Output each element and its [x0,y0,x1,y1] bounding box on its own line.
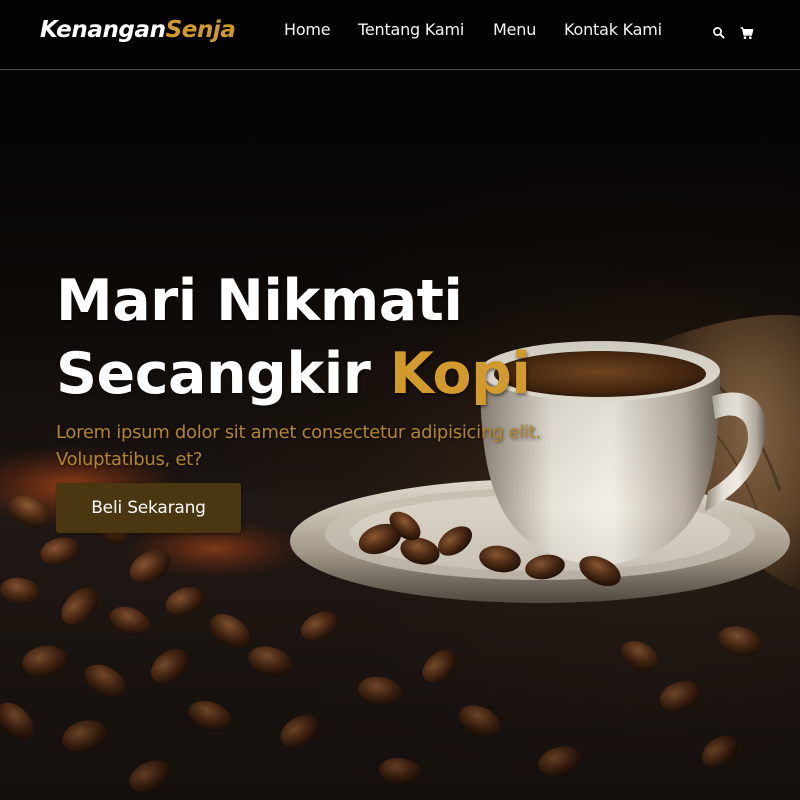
brand-name-part1: Kenangan [40,17,166,43]
hero-description: Lorem ipsum dolor sit amet consectetur a… [56,422,541,470]
hero-title-line2-prefix: Secangkir [56,341,390,407]
navbar: KenanganSenja Home Tentang Kami Menu Kon… [0,0,800,70]
nav-link-tentang-kami[interactable]: Tentang Kami [358,20,464,39]
nav-link-menu[interactable]: Menu [493,20,536,39]
hero-section: Mari Nikmati Secangkir Kopi Lorem ipsum … [0,71,800,800]
hero-title-highlight: Kopi [389,341,531,407]
hero-title: Mari Nikmati Secangkir Kopi [56,265,656,411]
nav-link-kontak-kami[interactable]: Kontak Kami [564,20,662,39]
search-icon[interactable] [711,25,727,41]
brand-name-part2: Senja [165,17,236,43]
hero-title-line2: Secangkir Kopi [56,338,656,411]
brand-logo[interactable]: KenanganSenja [40,17,236,43]
nav-link-home[interactable]: Home [284,20,331,39]
buy-now-button[interactable]: Beli Sekarang [56,483,241,533]
shopping-cart-icon[interactable] [739,25,755,41]
hero-content: Mari Nikmati Secangkir Kopi Lorem ipsum … [56,265,656,533]
hero-title-line1: Mari Nikmati [56,268,463,334]
